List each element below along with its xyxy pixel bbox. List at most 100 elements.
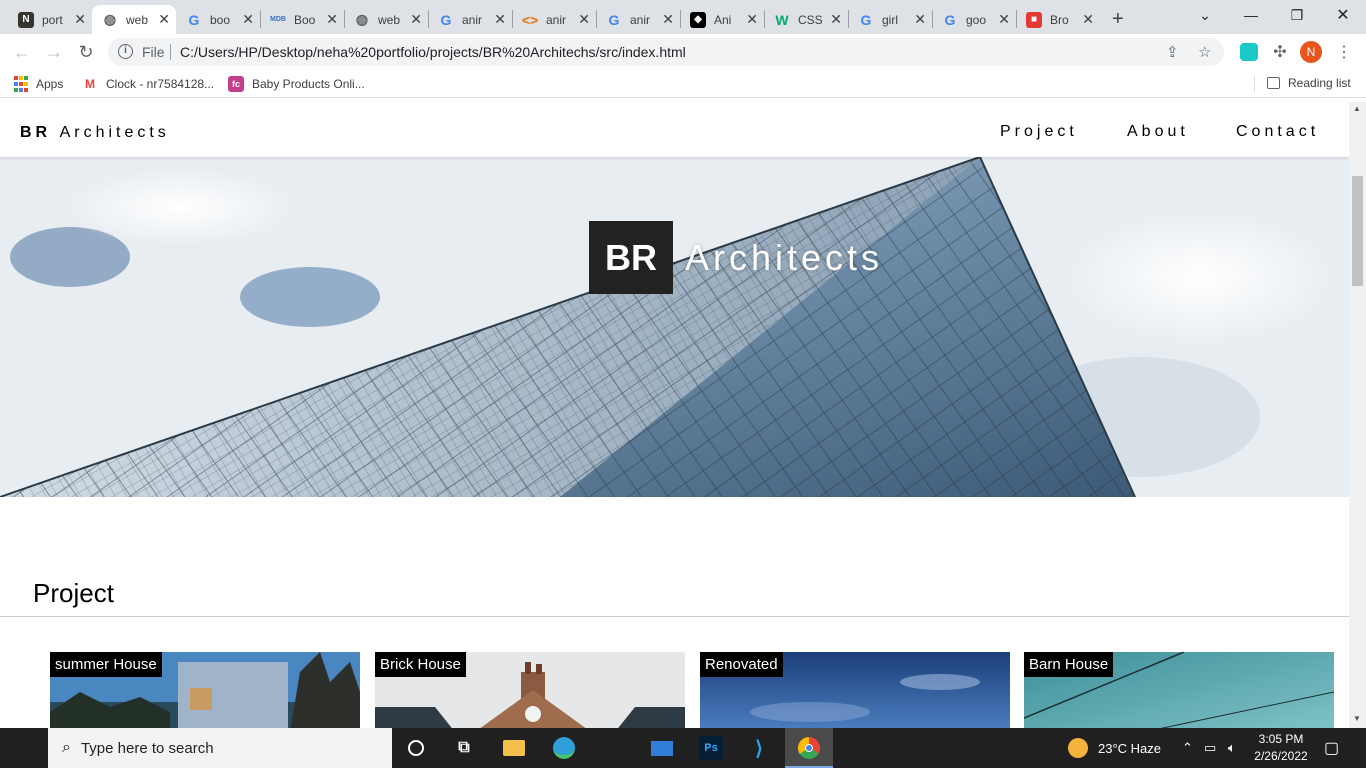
profile-avatar[interactable]: N bbox=[1300, 41, 1322, 63]
bookmark-label: Clock - nr7584128... bbox=[106, 77, 215, 91]
close-window-button[interactable]: ✕ bbox=[1320, 0, 1366, 30]
close-tab-icon[interactable]: ✕ bbox=[746, 11, 758, 28]
close-tab-icon[interactable]: ✕ bbox=[74, 11, 86, 28]
share-icon[interactable]: ⇪ bbox=[1166, 43, 1179, 61]
browser-tab[interactable]: Nport ✕ bbox=[8, 5, 92, 34]
hero-title-text: Architects bbox=[685, 236, 884, 278]
scrollbar-thumb[interactable] bbox=[1352, 176, 1363, 286]
project-card-summer-house[interactable]: summer House bbox=[50, 652, 360, 728]
photoshop-icon[interactable]: Ps bbox=[699, 736, 723, 760]
close-tab-icon[interactable]: ✕ bbox=[662, 11, 674, 28]
task-view-icon[interactable]: ⧉ bbox=[452, 736, 476, 760]
notifications-icon[interactable]: ▢ bbox=[1324, 728, 1339, 768]
nav-link-about[interactable]: About bbox=[1127, 123, 1189, 141]
site-info-icon[interactable]: i bbox=[118, 44, 133, 59]
close-tab-icon[interactable]: ✕ bbox=[830, 11, 842, 28]
tab-title: girl bbox=[882, 12, 899, 27]
browser-tab[interactable]: ■ Bro ✕ bbox=[1016, 5, 1100, 34]
extensions-puzzle-icon[interactable]: ✣ bbox=[1268, 40, 1292, 64]
address-bar[interactable]: i File C:/Users/HP/Desktop/neha%20portfo… bbox=[108, 38, 1224, 66]
tab-separator bbox=[848, 10, 849, 28]
close-tab-icon[interactable]: ✕ bbox=[914, 11, 926, 28]
site-brand-link[interactable]: BR Architects bbox=[20, 124, 170, 142]
tab-title: boo bbox=[210, 12, 231, 27]
minimize-button[interactable]: — bbox=[1228, 0, 1274, 30]
reading-list-label: Reading list bbox=[1288, 76, 1351, 90]
close-tab-icon[interactable]: ✕ bbox=[494, 11, 506, 28]
search-placeholder: Type here to search bbox=[80, 739, 214, 757]
reading-list-button[interactable]: Reading list bbox=[1267, 76, 1351, 90]
close-tab-icon[interactable]: ✕ bbox=[242, 11, 254, 28]
tab-search-button[interactable]: ⌄ bbox=[1182, 0, 1228, 30]
browser-tab[interactable]: Gboo ✕ bbox=[176, 5, 260, 34]
close-tab-icon[interactable]: ✕ bbox=[326, 11, 338, 28]
project-card-renovated[interactable]: Renovated bbox=[700, 652, 1010, 728]
volume-icon[interactable]: 🔈︎ bbox=[1228, 728, 1236, 768]
url-text[interactable]: C:/Users/HP/Desktop/neha%20portfolio/pro… bbox=[180, 44, 686, 60]
browser-tab[interactable]: W CSS ✕ bbox=[764, 5, 848, 34]
project-card-barn-house[interactable]: Barn House bbox=[1024, 652, 1334, 728]
edge-icon[interactable] bbox=[552, 736, 576, 760]
page-scrollbar[interactable]: ▲ ▼ bbox=[1349, 102, 1366, 728]
menu-kebab-icon[interactable]: ⋮ bbox=[1332, 40, 1356, 64]
bookmark-star-icon[interactable]: ☆ bbox=[1198, 43, 1211, 61]
browser-tab[interactable]: Ggoo ✕ bbox=[932, 5, 1016, 34]
clock-time: 3:05 PM bbox=[1258, 732, 1304, 746]
browser-tab[interactable]: <> anir ✕ bbox=[512, 5, 596, 34]
notion-icon: N bbox=[18, 11, 34, 28]
battery-icon[interactable]: ▭ bbox=[1204, 728, 1216, 768]
mail-icon[interactable] bbox=[650, 736, 674, 760]
back-button[interactable]: ← bbox=[10, 40, 34, 64]
close-tab-icon[interactable]: ✕ bbox=[998, 11, 1010, 28]
project-card-brick-house[interactable]: Brick House bbox=[375, 652, 685, 728]
microsoft-store-icon[interactable] bbox=[600, 738, 620, 758]
nav-link-contact[interactable]: Contact bbox=[1236, 123, 1319, 141]
browser-tab[interactable]: Ganir ✕ bbox=[428, 5, 512, 34]
extension-icon[interactable] bbox=[1240, 43, 1258, 61]
tray-chevron-icon[interactable]: ⌃ bbox=[1182, 728, 1193, 768]
bookmarks-bar: Apps M Clock - nr7584128... fc Baby Prod… bbox=[0, 70, 1366, 98]
plus-icon: + bbox=[1112, 8, 1124, 30]
weather-widget[interactable]: 23°C Haze bbox=[1068, 728, 1161, 768]
scroll-up-arrow[interactable]: ▲ bbox=[1353, 104, 1361, 113]
google-icon: G bbox=[944, 11, 956, 28]
close-tab-icon[interactable]: ✕ bbox=[578, 11, 590, 28]
browser-tab[interactable]: ◍ web ✕ bbox=[92, 5, 176, 34]
bookmark-label: Baby Products Onli... bbox=[252, 77, 365, 91]
close-tab-icon[interactable]: ✕ bbox=[410, 11, 422, 28]
google-icon: G bbox=[440, 11, 452, 28]
bookmark-apps[interactable]: Apps bbox=[14, 76, 63, 92]
site-navbar: BR Architects Project About Contact bbox=[0, 102, 1349, 157]
bookmark-clock[interactable]: M Clock - nr7584128... bbox=[82, 76, 214, 92]
browser-tab[interactable]: ◍ web ✕ bbox=[344, 5, 428, 34]
scheme-label: File bbox=[142, 44, 165, 60]
close-tab-icon[interactable]: ✕ bbox=[1082, 11, 1094, 28]
tab-title: anir bbox=[462, 12, 483, 27]
google-icon: G bbox=[188, 11, 200, 28]
cortana-icon[interactable] bbox=[404, 736, 428, 760]
tab-separator bbox=[428, 10, 429, 28]
bookmark-baby-products[interactable]: fc Baby Products Onli... bbox=[228, 76, 365, 92]
taskbar-search-box[interactable]: ⌕ Type here to search bbox=[48, 728, 392, 768]
forward-button[interactable]: → bbox=[42, 40, 66, 64]
browser-tab[interactable]: Ggirl ✕ bbox=[848, 5, 932, 34]
windows-start-icon[interactable] bbox=[12, 739, 30, 757]
new-tab-button[interactable]: + bbox=[1104, 5, 1134, 34]
browser-tab[interactable]: Ganir ✕ bbox=[596, 5, 680, 34]
close-tab-icon[interactable]: ✕ bbox=[158, 11, 170, 28]
firstcry-icon: fc bbox=[228, 76, 244, 92]
tab-separator bbox=[260, 10, 261, 28]
clock-date: 2/26/2022 bbox=[1254, 749, 1308, 763]
browser-tab[interactable]: ◆ Ani ✕ bbox=[680, 5, 764, 34]
tab-title: Ani bbox=[714, 12, 732, 27]
vscode-icon[interactable]: ⟩ bbox=[747, 736, 771, 760]
browser-tab[interactable]: MDB Boo ✕ bbox=[260, 5, 344, 34]
bookmarks-divider bbox=[1254, 76, 1255, 92]
nav-link-project[interactable]: Project bbox=[1000, 123, 1078, 141]
reload-button[interactable]: ↻ bbox=[74, 40, 98, 64]
clock[interactable]: 3:05 PM 2/26/2022 bbox=[1248, 731, 1314, 765]
chrome-taskbar-button[interactable] bbox=[785, 728, 833, 768]
restore-button[interactable]: ❐ bbox=[1274, 0, 1320, 30]
file-explorer-icon[interactable] bbox=[502, 736, 526, 760]
scroll-down-arrow[interactable]: ▼ bbox=[1353, 714, 1361, 723]
